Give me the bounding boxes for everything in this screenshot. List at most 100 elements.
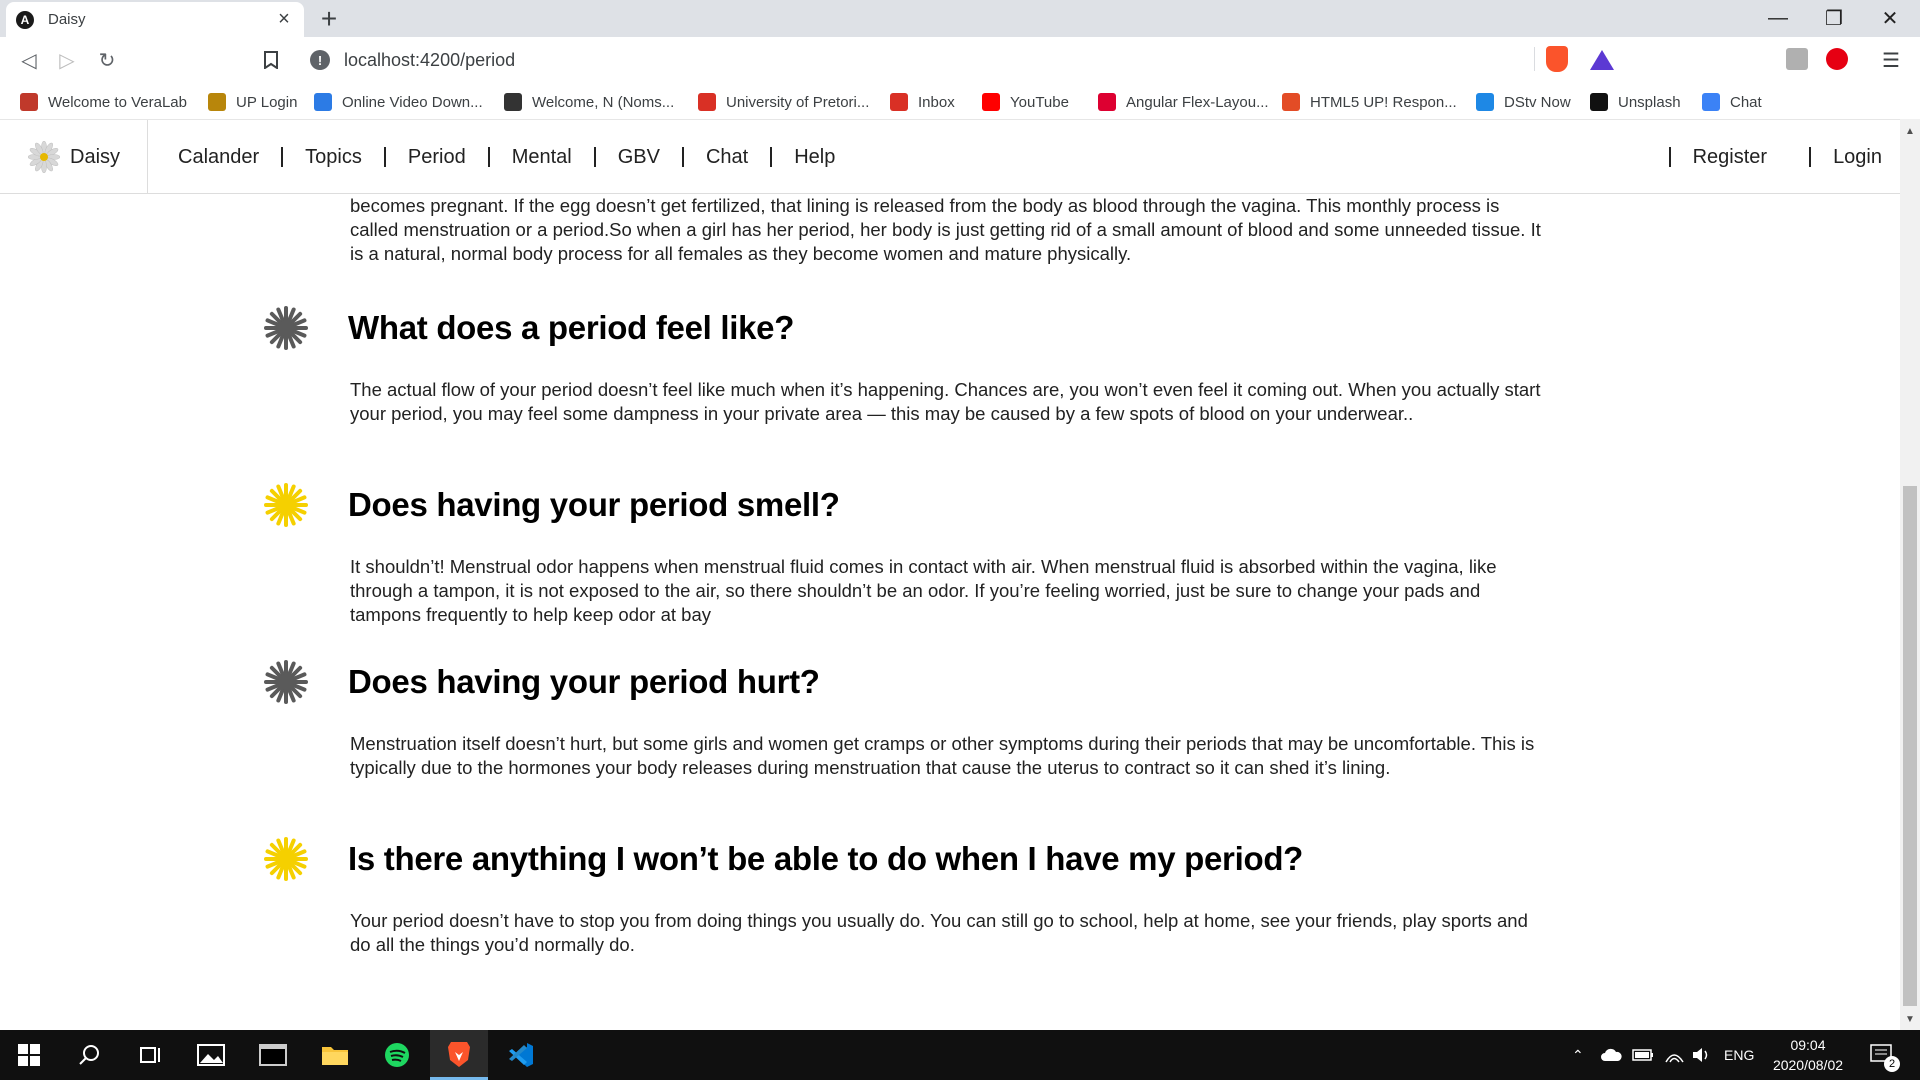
brave-icon xyxy=(448,1041,470,1067)
brave-shields-icon[interactable] xyxy=(1546,46,1568,72)
show-hidden-icons[interactable]: ⌃ xyxy=(1572,1030,1584,1080)
bookmark-label: HTML5 UP! Respon... xyxy=(1310,93,1457,111)
file-explorer-app[interactable] xyxy=(306,1030,364,1080)
photos-app[interactable] xyxy=(182,1030,240,1080)
bookmark-item[interactable]: Welcome, N (Noms... xyxy=(504,91,674,113)
battery-icon[interactable] xyxy=(1632,1030,1654,1080)
url-text: localhost:4200/period xyxy=(344,49,516,70)
bookmark-item[interactable]: University of Pretori... xyxy=(698,91,869,113)
up-icon xyxy=(208,93,226,111)
terminal-app[interactable] xyxy=(244,1030,302,1080)
brand[interactable]: Daisy xyxy=(0,120,148,194)
vscode-app[interactable] xyxy=(492,1030,550,1080)
back-icon[interactable]: ◁ xyxy=(14,45,44,75)
bookmark-item[interactable]: HTML5 UP! Respon... xyxy=(1282,91,1457,113)
nav-divider xyxy=(383,147,386,167)
new-tab-icon[interactable]: + xyxy=(314,3,344,35)
section-head: Does having your period hurt? xyxy=(262,658,820,706)
scroll-down-icon[interactable]: ▼ xyxy=(1900,1010,1920,1028)
section-paragraph: It shouldn’t! Menstrual odor happens whe… xyxy=(350,556,1497,625)
bookmark-label: Welcome, N (Noms... xyxy=(532,93,675,111)
gmail-icon xyxy=(698,93,716,111)
login-link[interactable]: Login xyxy=(1833,146,1882,169)
toolbar: ◁ ▷ ↻ ! localhost:4200/period ☰ xyxy=(0,37,1920,83)
bookmark-item[interactable]: Chat xyxy=(1702,91,1762,113)
minimize-icon[interactable]: — xyxy=(1750,0,1806,37)
nav-mental[interactable]: Mental xyxy=(512,146,572,169)
nav-divider xyxy=(1809,147,1812,167)
bookmark-item[interactable]: Welcome to VeraLab xyxy=(20,91,187,113)
opera-extension-icon[interactable] xyxy=(1826,48,1848,70)
nav-period[interactable]: Period xyxy=(408,146,466,169)
notifications-button[interactable]: 2 xyxy=(1870,1030,1900,1080)
section-heading: Does having your period hurt? xyxy=(348,663,820,700)
bookmark-page-icon[interactable] xyxy=(256,45,286,75)
scrollbar-thumb[interactable] xyxy=(1903,486,1917,1006)
site-info-icon[interactable]: ! xyxy=(310,50,330,70)
section-heading: What does a period feel like? xyxy=(348,309,795,346)
section-heading: Is there anything I won’t be able to do … xyxy=(348,840,1304,877)
bookmark-item[interactable]: Angular Flex-Layou... xyxy=(1098,91,1269,113)
bookmark-label: Chat xyxy=(1730,93,1762,111)
grey-flower-icon xyxy=(264,660,308,704)
browser-tab[interactable]: A Daisy × xyxy=(6,2,304,37)
chat-icon xyxy=(1702,93,1720,111)
menu-icon[interactable]: ☰ xyxy=(1876,45,1906,75)
clock-time: 09:04 xyxy=(1790,1037,1826,1053)
yellow-flower-icon xyxy=(264,483,308,527)
reload-icon[interactable]: ↻ xyxy=(92,45,122,75)
bookmark-item[interactable]: Inbox xyxy=(890,91,955,113)
nav-help[interactable]: Help xyxy=(794,146,835,169)
grey-flower-icon xyxy=(264,306,308,350)
brave-app[interactable] xyxy=(430,1030,488,1080)
bookmark-item[interactable]: UP Login xyxy=(208,91,297,113)
nav-topics[interactable]: Topics xyxy=(305,146,362,169)
windows-logo-icon xyxy=(18,1044,40,1066)
wifi-icon[interactable] xyxy=(1664,1030,1684,1080)
bookmark-label: UP Login xyxy=(236,93,298,111)
bookmark-item[interactable]: YouTube xyxy=(982,91,1069,113)
close-window-icon[interactable]: ✕ xyxy=(1862,0,1918,37)
forward-icon[interactable]: ▷ xyxy=(52,45,82,75)
vscode-icon xyxy=(509,1043,533,1067)
onedrive-icon[interactable] xyxy=(1600,1030,1622,1080)
volume-icon[interactable] xyxy=(1692,1030,1712,1080)
site-navbar: Daisy Calander Topics Period Mental GBV … xyxy=(0,119,1900,194)
nav-gbv[interactable]: GBV xyxy=(618,146,660,169)
spotify-app[interactable] xyxy=(368,1030,426,1080)
start-button[interactable] xyxy=(0,1030,58,1080)
nav-calander[interactable]: Calander xyxy=(178,146,259,169)
intro-paragraph: becomes pregnant. If the egg doesn’t get… xyxy=(350,194,1550,266)
dstv-icon xyxy=(1476,93,1494,111)
nav-divider xyxy=(593,147,596,167)
section-paragraph: Menstruation itself doesn’t hurt, but so… xyxy=(350,733,1535,778)
nav-divider xyxy=(681,147,684,167)
register-link[interactable]: Register xyxy=(1693,146,1767,169)
notification-count: 2 xyxy=(1884,1056,1900,1072)
period-article: becomes pregnant. If the egg doesn’t get… xyxy=(0,194,1900,1030)
main-menu: Calander Topics Period Mental GBV Chat H… xyxy=(178,120,835,194)
bookmark-item[interactable]: DStv Now xyxy=(1476,91,1571,113)
search-button[interactable] xyxy=(60,1030,118,1080)
omnibox-divider xyxy=(1534,47,1535,71)
nav-chat[interactable]: Chat xyxy=(706,146,748,169)
restore-icon[interactable]: ❐ xyxy=(1806,0,1862,37)
task-view-icon xyxy=(140,1047,160,1063)
section-head: What does a period feel like? xyxy=(262,304,794,352)
scroll-up-icon[interactable]: ▲ xyxy=(1900,122,1920,140)
bookmark-item[interactable]: Online Video Down... xyxy=(314,91,483,113)
address-bar[interactable]: ! localhost:4200/period xyxy=(298,43,1600,77)
auth-menu: Register Login xyxy=(1647,120,1882,194)
section-head: Is there anything I won’t be able to do … xyxy=(262,835,1303,883)
pdf-extension-icon[interactable] xyxy=(1786,48,1808,70)
clock[interactable]: 09:04 2020/08/02 xyxy=(1760,1035,1856,1075)
bookmark-label: Online Video Down... xyxy=(342,93,483,111)
close-tab-icon[interactable]: × xyxy=(274,8,294,31)
language-indicator[interactable]: ENG xyxy=(1724,1030,1754,1080)
bookmark-item[interactable]: Unsplash xyxy=(1590,91,1681,113)
brave-rewards-icon[interactable] xyxy=(1590,50,1614,70)
nav-divider xyxy=(770,147,773,167)
intro-text: becomes pregnant. If the egg doesn’t get… xyxy=(350,195,1541,264)
task-view-button[interactable] xyxy=(120,1030,178,1080)
youtube-icon xyxy=(982,93,1000,111)
